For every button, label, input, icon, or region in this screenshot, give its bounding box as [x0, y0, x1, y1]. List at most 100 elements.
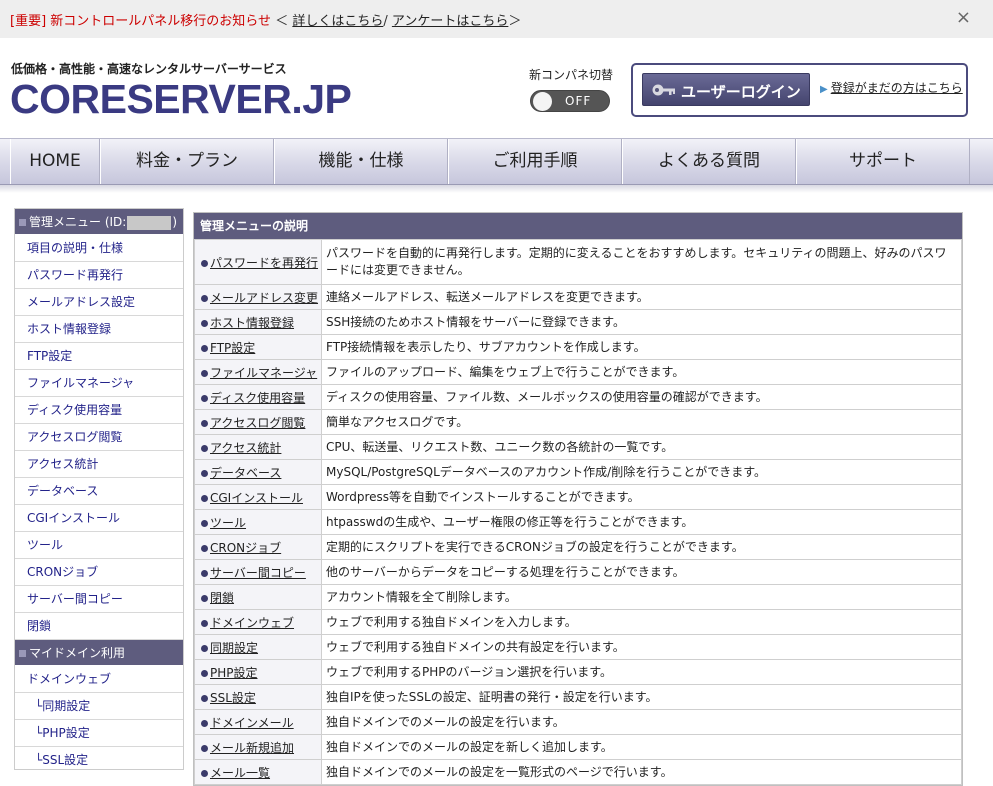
menu-link[interactable]: パスワードを再発行 [210, 256, 318, 270]
sidebar-item[interactable]: CRONジョブ [15, 559, 183, 586]
bullet-icon [201, 619, 208, 627]
notice-headline[interactable]: 新コントロールパネル移行のお知らせ [50, 14, 271, 29]
menu-name-cell: ドメインウェブ [194, 609, 322, 635]
table-row: アクセスログ閲覧 簡単なアクセスログです。 [194, 409, 962, 435]
menu-link[interactable]: メールアドレス変更 [210, 291, 318, 305]
menu-link[interactable]: ツール [210, 516, 246, 530]
sidebar-item[interactable]: ディスク使用容量 [15, 397, 183, 424]
table-row: CGIインストール Wordpress等を自動でインストールすることができます。 [194, 484, 962, 510]
menu-link[interactable]: PHP設定 [210, 666, 258, 680]
sidebar-item[interactable]: 項目の説明・仕様 [15, 235, 183, 262]
bullet-icon [201, 419, 208, 427]
sidebar-item[interactable]: ファイルマネージャ [15, 370, 183, 397]
tagline: 低価格・高性能・高速なレンタルサーバーサービス [11, 62, 287, 76]
description-table: パスワードを再発行 パスワードを自動的に再発行します。定期的に変えることをおすすめ… [194, 239, 962, 785]
table-row: ホスト情報登録 SSH接続のためホスト情報をサーバーに登録できます。 [194, 309, 962, 335]
menu-description: CPU、転送量、リクエスト数、ユニーク数の各統計の一覧です。 [321, 434, 962, 460]
sidebar-item[interactable]: メールアドレス設定 [15, 289, 183, 316]
sidebar-item[interactable]: アクセス統計 [15, 451, 183, 478]
menu-description: Wordpress等を自動でインストールすることができます。 [321, 484, 962, 510]
bullet-icon [201, 369, 208, 377]
menu-link[interactable]: メール新規追加 [210, 741, 294, 755]
new-panel-toggle[interactable]: OFF [530, 90, 610, 112]
notice-tag: [重要] [10, 14, 47, 29]
sidebar-subitem[interactable]: └SSL設定 [15, 747, 183, 769]
details-link[interactable]: 詳しくはこちら [292, 14, 383, 29]
nav-home[interactable]: HOME [10, 139, 100, 184]
menu-description: 簡単なアクセスログです。 [321, 409, 962, 435]
menu-link[interactable]: ドメインウェブ [210, 616, 294, 630]
nav-support[interactable]: サポート [796, 139, 970, 184]
sidebar-subitem[interactable]: └PHP設定 [15, 720, 183, 747]
menu-description: 独自IPを使ったSSLの設定、証明書の発行・設定を行います。 [321, 684, 962, 710]
sidebar-subitem[interactable]: └同期設定 [15, 693, 183, 720]
menu-link[interactable]: ドメインメール [210, 716, 294, 730]
table-row: パスワードを再発行 パスワードを自動的に再発行します。定期的に変えることをおすすめ… [194, 239, 962, 285]
sidebar-item[interactable]: FTP設定 [15, 343, 183, 370]
menu-link[interactable]: 同期設定 [210, 641, 258, 655]
menu-name-cell: メールアドレス変更 [194, 284, 322, 310]
sidebar-item[interactable]: ホスト情報登録 [15, 316, 183, 343]
menu-link[interactable]: ディスク使用容量 [210, 391, 305, 405]
nav-features[interactable]: 機能・仕様 [274, 139, 448, 184]
register-label: 登録がまだの方はこちら [830, 81, 963, 95]
notice-suffix: ＞ [508, 14, 522, 29]
menu-description: 連絡メールアドレス、転送メールアドレスを変更できます。 [321, 284, 962, 310]
menu-name-cell: 同期設定 [194, 634, 322, 660]
sidebar-item[interactable]: 閉鎖 [15, 613, 183, 640]
bullet-icon [201, 744, 208, 752]
arrow-right-icon: ▶ [820, 84, 828, 95]
toggle-knob [533, 92, 552, 111]
menu-name-cell: CRONジョブ [194, 534, 322, 560]
menu-name-cell: PHP設定 [194, 659, 322, 685]
table-row: アクセス統計 CPU、転送量、リクエスト数、ユニーク数の各統計の一覧です。 [194, 434, 962, 460]
menu-name-cell: ディスク使用容量 [194, 384, 322, 410]
sidebar-subitem[interactable]: ドメインウェブ [15, 666, 183, 693]
close-icon[interactable]: × [956, 7, 971, 28]
menu-link[interactable]: 閉鎖 [210, 591, 234, 605]
sidebar-item[interactable]: データベース [15, 478, 183, 505]
menu-description: htpasswdの生成や、ユーザー権限の修正等を行うことができます。 [321, 509, 962, 535]
sidebar-item[interactable]: CGIインストール [15, 505, 183, 532]
menu-description: SSH接続のためホスト情報をサーバーに登録できます。 [321, 309, 962, 335]
sidebar-item[interactable]: ツール [15, 532, 183, 559]
table-row: SSL設定 独自IPを使ったSSLの設定、証明書の発行・設定を行います。 [194, 684, 962, 710]
menu-link[interactable]: ホスト情報登録 [210, 316, 294, 330]
table-row: データベース MySQL/PostgreSQLデータベースのアカウント作成/削除を… [194, 459, 962, 485]
menu-link[interactable]: サーバー間コピー [210, 566, 306, 580]
menu-link[interactable]: ファイルマネージャ [210, 366, 317, 380]
bullet-icon [201, 669, 208, 677]
menu-link[interactable]: データベース [210, 466, 281, 480]
table-row: CRONジョブ 定期的にスクリプトを実行できるCRONジョブの設定を行うことができ… [194, 534, 962, 560]
table-row: ファイルマネージャ ファイルのアップロード、編集をウェブ上で行うことができます。 [194, 359, 962, 385]
global-nav: HOME 料金・プラン 機能・仕様 ご利用手順 よくある質問 サポート [0, 138, 993, 185]
menu-link[interactable]: アクセスログ閲覧 [210, 416, 305, 430]
menu-description-panel: 管理メニューの説明 パスワードを再発行 パスワードを自動的に再発行します。定期的に… [193, 212, 963, 786]
menu-description: 定期的にスクリプトを実行できるCRONジョブの設定を行うことができます。 [321, 534, 962, 560]
bullet-icon [201, 569, 208, 577]
site-header: 低価格・高性能・高速なレンタルサーバーサービス CORESERVER.JP 新コ… [0, 38, 993, 138]
survey-link[interactable]: アンケートはこちら [392, 14, 508, 29]
menu-link[interactable]: アクセス統計 [210, 441, 281, 455]
nav-faq[interactable]: よくある質問 [622, 139, 796, 184]
sidebar-item[interactable]: パスワード再発行 [15, 262, 183, 289]
menu-link[interactable]: CGIインストール [210, 491, 303, 505]
nav-pricing[interactable]: 料金・プラン [100, 139, 274, 184]
sidebar-item[interactable]: サーバー間コピー [15, 586, 183, 613]
menu-link[interactable]: FTP設定 [210, 341, 255, 355]
user-login-button[interactable]: ユーザーログイン [642, 73, 810, 106]
menu-name-cell: ツール [194, 509, 322, 535]
register-link[interactable]: ▶ 登録がまだの方はこちら [820, 79, 963, 96]
site-logo[interactable]: CORESERVER.JP [10, 76, 352, 123]
notice-message: [重要] 新コントロールパネル移行のお知らせ ＜ 詳しくはこちら/ アンケートは… [10, 10, 521, 29]
menu-link[interactable]: CRONジョブ [210, 541, 281, 555]
bullet-icon [19, 650, 26, 657]
table-row: 同期設定 ウェブで利用する独自ドメインの共有設定を行います。 [194, 634, 962, 660]
table-row: 閉鎖 アカウント情報を全て削除します。 [194, 584, 962, 610]
nav-procedure[interactable]: ご利用手順 [448, 139, 622, 184]
menu-link[interactable]: メール一覧 [210, 766, 270, 780]
menu-description: ウェブで利用する独自ドメインを入力します。 [321, 609, 962, 635]
sidebar-item[interactable]: アクセスログ閲覧 [15, 424, 183, 451]
table-row: ドメインメール 独自ドメインでのメールの設定を行います。 [194, 709, 962, 735]
menu-link[interactable]: SSL設定 [210, 691, 256, 705]
